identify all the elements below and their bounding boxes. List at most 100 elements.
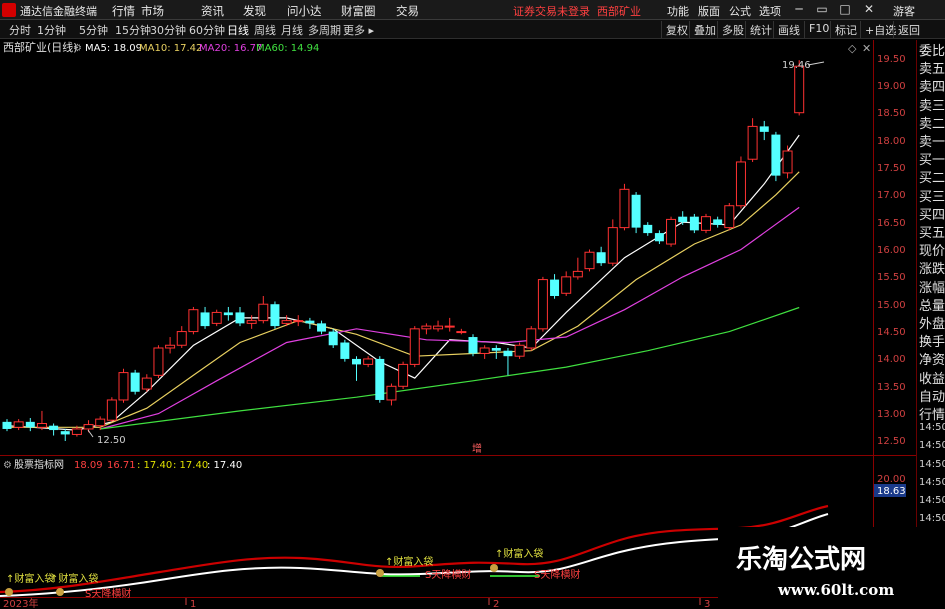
menu-gongneng[interactable]: 功能 (667, 3, 689, 19)
main-chart-title: 西部矿业(日线) (3, 40, 78, 54)
period-multi[interactable]: 多周期 (308, 22, 341, 38)
period-fenshi[interactable]: 分时 (9, 22, 31, 38)
period-month[interactable]: 月线 (281, 22, 303, 38)
price-tick: 17.00 (877, 190, 906, 201)
candle (211, 309, 222, 327)
menu-banmian[interactable]: 版面 (698, 3, 720, 19)
candle-body (386, 385, 397, 401)
period-more[interactable]: 更多 ▸ (343, 22, 374, 38)
candle-body (596, 252, 606, 264)
candle-body (317, 323, 327, 332)
sidepanel-item: 净资 (919, 353, 945, 369)
candle (36, 410, 47, 431)
signal-label: S天降横财 (425, 568, 471, 581)
indicator-value: : 17.40 (173, 460, 208, 471)
period-week[interactable]: 周线 (254, 22, 276, 38)
candle-body (724, 205, 735, 229)
candle-body (246, 320, 257, 324)
candle-body (735, 161, 746, 207)
sidepanel-item: 买二 (919, 171, 945, 187)
btn-fuquan[interactable]: 复权 (661, 21, 692, 38)
candle (584, 249, 595, 272)
indicator-value: : 17.40 (207, 460, 242, 471)
candle (735, 156, 746, 209)
period-15min[interactable]: 15分钟 (115, 22, 151, 38)
candle (503, 347, 513, 376)
minimize-icon[interactable]: ─ (790, 1, 808, 19)
candle-body (328, 331, 338, 346)
ma5-label: MA5: 18.09 (85, 43, 142, 54)
menu-caifuquan[interactable]: 财富圈 (341, 3, 376, 19)
candle-body (83, 424, 94, 430)
candle (270, 301, 280, 329)
menu-shichang[interactable]: 市场 (141, 3, 164, 19)
sidepanel-item: 行情 (919, 408, 945, 423)
candle-body (584, 251, 595, 270)
candle-body (759, 126, 769, 132)
trade-login-status[interactable]: 证券交易未登录 西部矿业 (513, 3, 641, 19)
candle (165, 337, 176, 354)
sidepanel-item: 卖三 (919, 98, 945, 114)
candle (747, 118, 758, 162)
close-icon[interactable]: ✕ (860, 1, 878, 19)
candle (526, 326, 537, 351)
candle (619, 183, 630, 231)
menu-faxian[interactable]: 发现 (243, 3, 266, 19)
indicator-settings-icon[interactable]: ⚙ (3, 460, 12, 471)
menu-gongshi[interactable]: 公式 (729, 3, 751, 19)
indicator-current-value: 18.63 (877, 486, 906, 497)
money-bag-icon (376, 569, 384, 577)
period-5min[interactable]: 5分钟 (79, 22, 108, 38)
candle-body (503, 350, 513, 357)
candle-body (375, 358, 385, 400)
sidepanel-item: 买三 (919, 189, 945, 205)
btn-fanhui[interactable]: 返回 (893, 21, 924, 38)
pin-icon[interactable]: ◇ (848, 42, 857, 55)
candle-body (235, 312, 245, 324)
menu-xuanxiang[interactable]: 选项 (759, 3, 781, 19)
candle (176, 326, 187, 348)
candle-body (211, 311, 222, 324)
candle (409, 326, 420, 368)
btn-f10[interactable]: F10 (804, 21, 833, 38)
sidepanel-item: 涨幅 (919, 280, 945, 296)
candle (771, 131, 781, 182)
candle (200, 306, 210, 329)
candle-body (223, 312, 233, 316)
signal-label: ↑财富入袋 (50, 572, 98, 585)
price-axis: 19.50 19.00 18.50 18.00 17.50 17.00 16.5… (877, 54, 906, 447)
menu-zixun[interactable]: 资讯 (201, 3, 224, 19)
btn-huaxian[interactable]: 画线 (773, 21, 804, 38)
kline-chart-area[interactable]: 西部矿业(日线) ⚙ MA5: 18.09 MA10: 17.42 MA20: … (0, 39, 945, 609)
period-60min[interactable]: 60分钟 (189, 22, 225, 38)
candle-body (456, 331, 467, 334)
close-panel-icon[interactable]: ✕ (862, 42, 871, 55)
menu-hangqing[interactable]: 行情 (112, 3, 135, 19)
candle-body (713, 219, 723, 225)
candle (468, 334, 478, 357)
candle-body (678, 216, 688, 223)
candle-body (2, 421, 12, 429)
btn-duogu[interactable]: 多股 (717, 21, 748, 38)
price-tick: 19.00 (877, 81, 906, 92)
btn-biaoji[interactable]: 标记 (830, 21, 861, 38)
candle-body (607, 227, 618, 264)
btn-diejia[interactable]: 叠加 (689, 21, 720, 38)
menu-jiaoyi[interactable]: 交易 (396, 3, 419, 19)
maximize-icon[interactable]: □ (836, 1, 854, 19)
btn-tongji[interactable]: 统计 (745, 21, 776, 38)
price-tick: 12.50 (877, 436, 906, 447)
candle (375, 356, 385, 403)
period-30min[interactable]: 30分钟 (150, 22, 186, 38)
menu-wenxiaoda[interactable]: 问小达 (287, 3, 322, 19)
indicator-value: 18.09 (74, 460, 103, 471)
candle-body (550, 279, 560, 297)
user-guest[interactable]: 游客 (893, 3, 915, 19)
candle-body (36, 422, 47, 428)
candle-body (514, 344, 525, 357)
period-1min[interactable]: 1分钟 (37, 22, 66, 38)
app-title: 通达信金融终端 (20, 5, 97, 18)
chart-settings-icon[interactable]: ⚙ (73, 43, 82, 54)
period-day[interactable]: 日线 (227, 22, 249, 38)
restore-icon[interactable]: ▭ (813, 1, 831, 19)
